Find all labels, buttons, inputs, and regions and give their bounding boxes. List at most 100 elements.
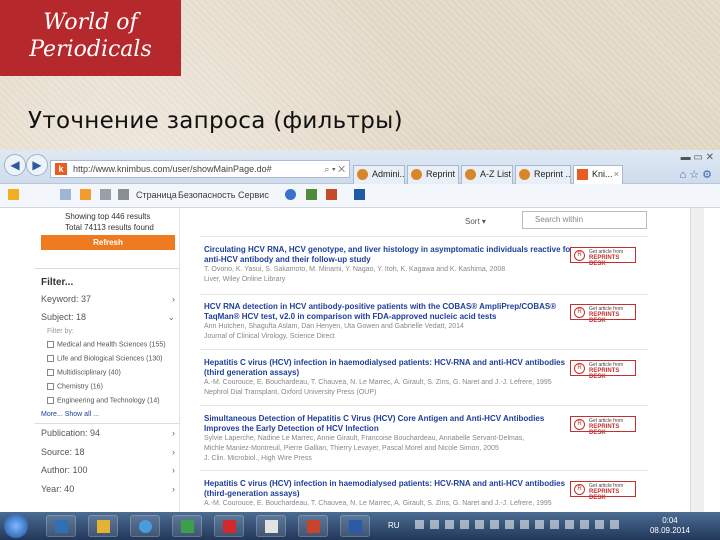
minimize-icon[interactable]: ▬ xyxy=(681,152,691,163)
result-title[interactable]: Circulating HCV RNA, HCV genotype, and l… xyxy=(204,245,574,255)
mail-icon[interactable] xyxy=(100,189,111,200)
close-tab-icon[interactable]: × xyxy=(614,166,619,183)
result-title[interactable]: HCV RNA detection in HCV antibody-positi… xyxy=(204,302,574,312)
search-within-input[interactable]: Search within xyxy=(522,211,647,229)
result-title[interactable]: Simultaneous Detection of Hepatitis C Vi… xyxy=(204,414,574,424)
result-title[interactable]: Hepatitis C virus (HCV) infection in hae… xyxy=(204,479,574,489)
result-authors: Sylvie Laperche, Nadine Le Marrec, Annie… xyxy=(204,435,525,442)
filter-source[interactable]: Source: 18 › xyxy=(41,447,175,457)
taskbar-app[interactable] xyxy=(172,515,202,537)
refresh-button[interactable]: Refresh xyxy=(41,235,175,250)
subject-option-label: Chemistry (16) xyxy=(57,383,103,391)
app-icon xyxy=(181,520,194,533)
print-icon[interactable] xyxy=(118,189,129,200)
result-title[interactable]: Hepatitis C virus (HCV) infection in hae… xyxy=(204,358,574,368)
tray-icon[interactable] xyxy=(520,520,529,529)
sort-dropdown[interactable]: Sort ▾ xyxy=(465,217,486,226)
filter-title: Filter... xyxy=(41,277,74,288)
tray-icon[interactable] xyxy=(610,520,619,529)
tray-icon[interactable] xyxy=(460,520,469,529)
tab-favicon-icon xyxy=(465,169,476,180)
reprints-desk-button[interactable]: R Get article from REPRINTS DESK xyxy=(570,304,636,324)
tab-reprint-2[interactable]: Reprint ... xyxy=(515,165,571,184)
checkbox[interactable] xyxy=(47,355,54,362)
menu-tools[interactable]: Сервис xyxy=(238,190,269,200)
start-button[interactable] xyxy=(4,514,28,538)
subject-option[interactable]: Life and Biological Sciences (130) xyxy=(47,355,162,362)
filter-subject[interactable]: Subject: 18 ⌄ xyxy=(41,312,175,322)
reprints-desk-button[interactable]: R Get article from REPRINTS DESK xyxy=(570,247,636,267)
feeds-icon[interactable] xyxy=(80,189,91,200)
filter-keyword[interactable]: Keyword: 37 › xyxy=(41,294,175,304)
checkbox[interactable] xyxy=(47,397,54,404)
taskbar-app[interactable] xyxy=(88,515,118,537)
tray-icon[interactable] xyxy=(550,520,559,529)
subject-option[interactable]: Medical and Health Sciences (155) xyxy=(47,341,166,348)
page-scrollbar[interactable] xyxy=(690,208,704,540)
menu-security[interactable]: Безопасность xyxy=(178,190,235,200)
result-title[interactable]: (third generation assays) xyxy=(204,368,574,378)
taskbar-app[interactable] xyxy=(298,515,328,537)
tray-icon[interactable] xyxy=(430,520,439,529)
filter-publication[interactable]: Publication: 94 › xyxy=(41,428,175,438)
tab-knimbus[interactable]: Kni... × xyxy=(573,165,623,184)
filter-panel: Showing top 446 results Total 74113 resu… xyxy=(35,208,180,540)
tray-icon[interactable] xyxy=(490,520,499,529)
reprints-desk-button[interactable]: R Get article from REPRINTS DESK xyxy=(570,416,636,436)
home-star-gear-icon[interactable]: ⌂ ☆ ⚙ xyxy=(680,168,712,181)
result-title[interactable]: anti-HCV antibody and their follow-up st… xyxy=(204,255,574,265)
taskbar-app[interactable] xyxy=(214,515,244,537)
result-title[interactable]: Improves the Early Detection of HCV Infe… xyxy=(204,424,574,434)
subject-option[interactable]: Chemistry (16) xyxy=(47,383,103,390)
tray-icon[interactable] xyxy=(535,520,544,529)
tray-icon[interactable] xyxy=(565,520,574,529)
taskbar-app[interactable] xyxy=(46,515,76,537)
subject-option[interactable]: Engineering and Technology (14) xyxy=(47,397,160,404)
tray-icon[interactable] xyxy=(475,520,484,529)
address-controls-icon[interactable]: ⌕ ▾ ✕ xyxy=(324,161,345,177)
taskbar-app[interactable] xyxy=(256,515,286,537)
tray-icon[interactable] xyxy=(505,520,514,529)
favorites-icon[interactable] xyxy=(8,189,19,200)
tab-reprint-1[interactable]: Reprint ... xyxy=(407,165,459,184)
checkbox[interactable] xyxy=(47,369,54,376)
filter-author[interactable]: Author: 100 › xyxy=(41,465,175,475)
result-title[interactable]: (third-generation assays) xyxy=(204,489,574,499)
filter-by-label: Filter by: xyxy=(47,328,74,335)
address-bar[interactable]: k http://www.knimbus.com/user/showMainPa… xyxy=(50,160,350,178)
maximize-icon[interactable]: ▭ xyxy=(693,152,702,163)
checkbox[interactable] xyxy=(47,341,54,348)
window-controls[interactable]: ▬ ▭ ✕ xyxy=(681,152,714,163)
addon-icon[interactable] xyxy=(354,189,365,200)
more-show-all-link[interactable]: More... Show all ... xyxy=(41,411,99,418)
reprints-desk-button[interactable]: R Get article from REPRINTS DESK xyxy=(570,360,636,380)
addon-icon[interactable] xyxy=(326,189,337,200)
chevron-right-icon: › xyxy=(172,428,175,438)
taskbar-app[interactable] xyxy=(130,515,160,537)
tray-icon[interactable] xyxy=(580,520,589,529)
filter-year[interactable]: Year: 40 › xyxy=(41,484,175,494)
reprints-desk-button[interactable]: R Get article from REPRINTS DESK xyxy=(570,481,636,501)
language-indicator[interactable]: RU xyxy=(388,521,400,530)
clock[interactable]: 0:04 08.09.2014 xyxy=(650,516,690,536)
divider xyxy=(200,294,648,295)
tray-icon[interactable] xyxy=(415,520,424,529)
addon-icon[interactable] xyxy=(306,189,317,200)
checkbox[interactable] xyxy=(47,383,54,390)
forward-button[interactable]: ▶ xyxy=(26,154,48,176)
total-results: Total 74113 results found xyxy=(65,223,154,232)
tray-icon[interactable] xyxy=(595,520,604,529)
back-button[interactable]: ◀ xyxy=(4,154,26,176)
help-icon[interactable] xyxy=(285,189,296,200)
subject-option[interactable]: Multidisciplinary (40) xyxy=(47,369,121,376)
menu-page[interactable]: Страница xyxy=(136,190,177,200)
tab-az-list[interactable]: A-Z List xyxy=(461,165,513,184)
tray-icon[interactable] xyxy=(445,520,454,529)
result-source: J. Clin. Microbiol., High Wire Press xyxy=(204,455,312,462)
close-window-icon[interactable]: ✕ xyxy=(706,152,714,163)
taskbar-app[interactable] xyxy=(340,515,370,537)
tab-favicon-icon xyxy=(411,169,422,180)
tab-admin[interactable]: Admini... xyxy=(353,165,405,184)
result-title[interactable]: TaqMan® HCV test, v2.0 in comparison wit… xyxy=(204,312,574,322)
home-icon[interactable] xyxy=(60,189,71,200)
